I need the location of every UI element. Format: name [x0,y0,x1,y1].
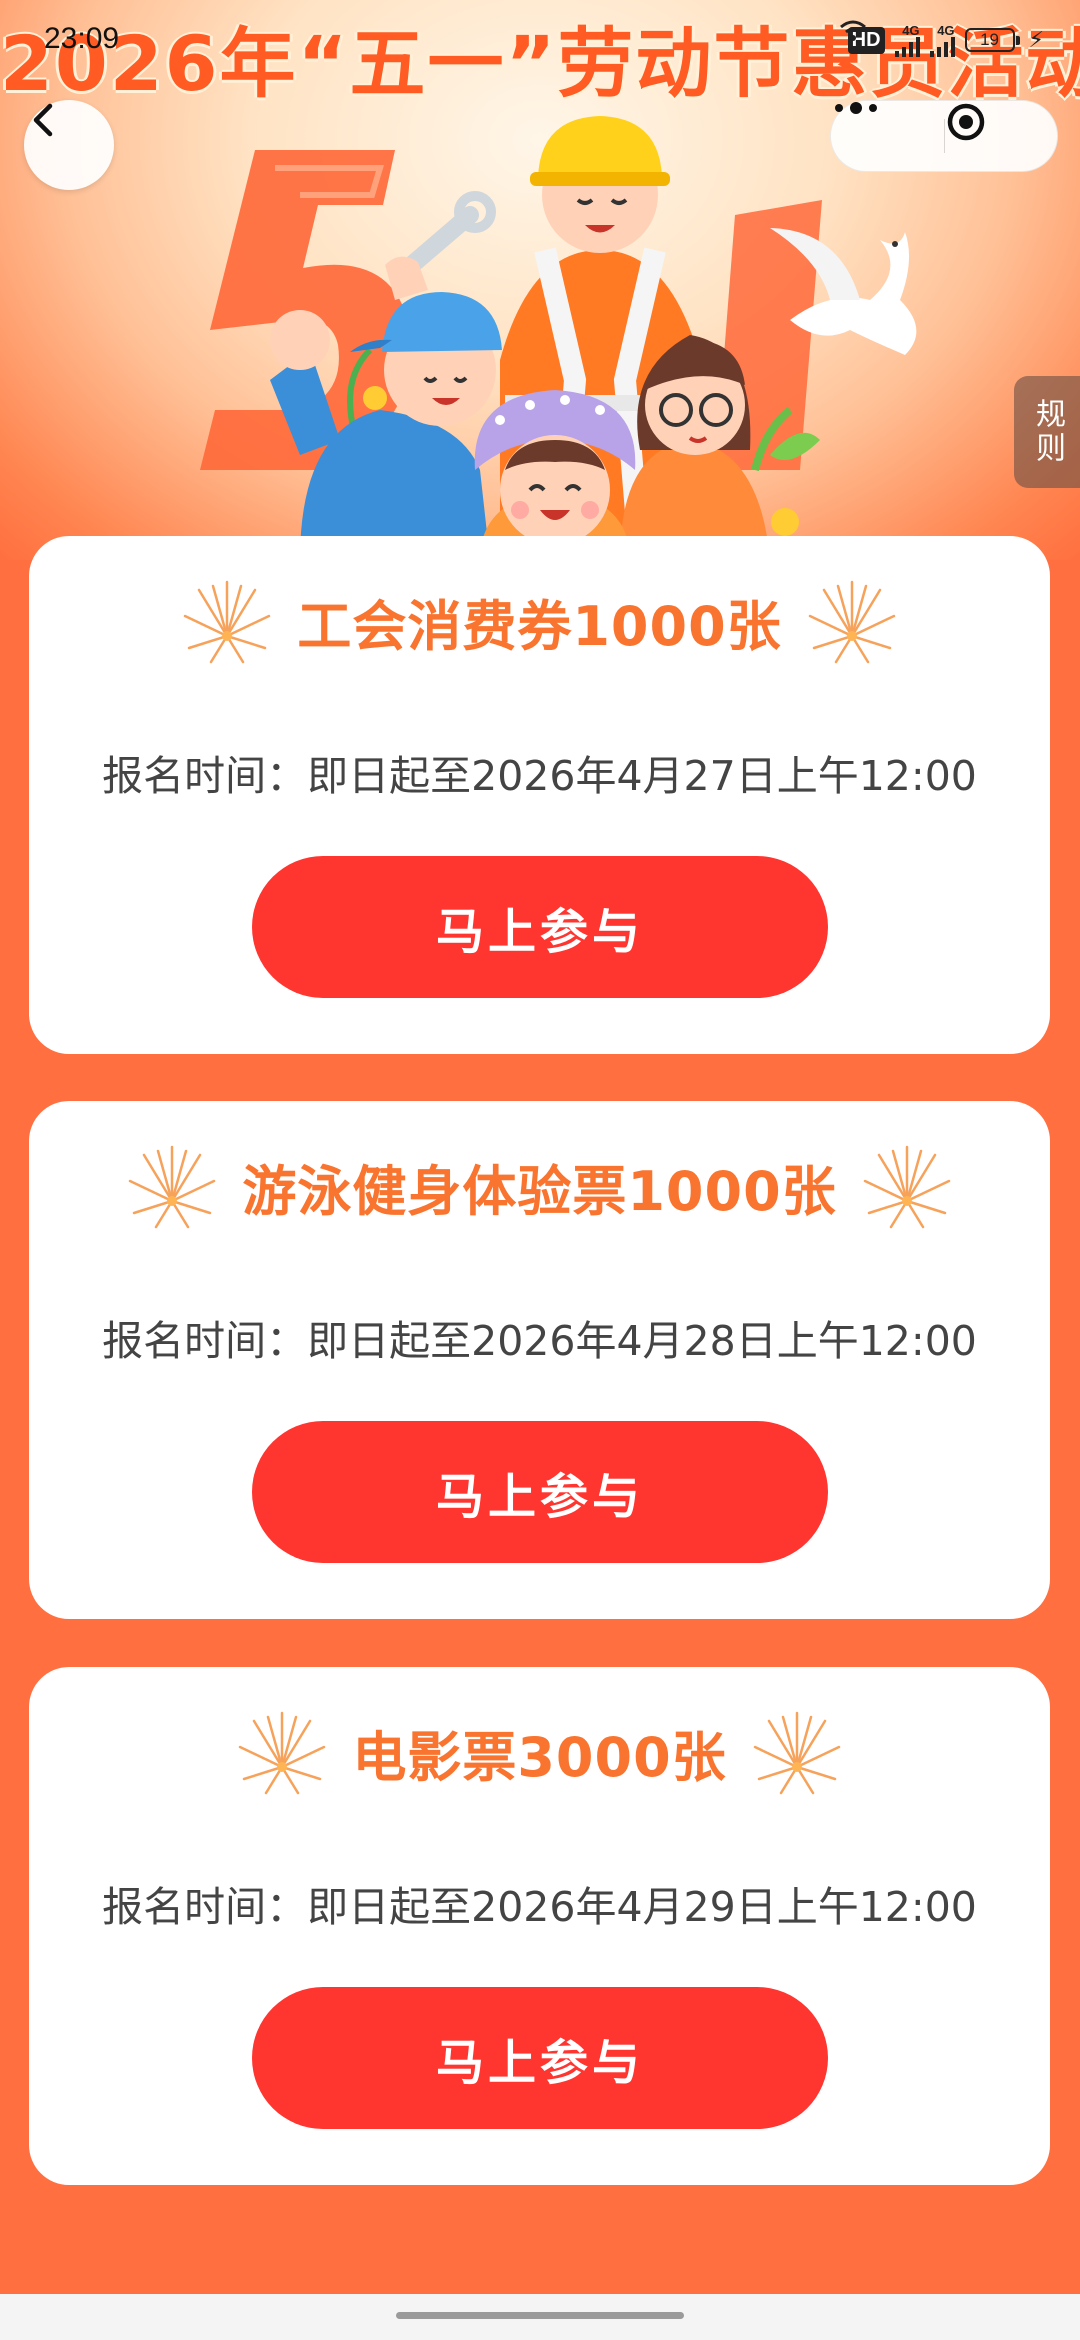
signal-icon [894,36,920,57]
network-label-1: 4G [902,22,920,38]
bottom-gesture-bar [0,2294,1080,2340]
rules-tab[interactable]: 规则 [1014,376,1080,488]
wrench-graphic [385,191,496,300]
firework-icon [239,1711,326,1795]
join-now-button[interactable]: 马上参与 [252,1987,828,2129]
more-dots-icon [835,102,877,114]
card-header: 游泳健身体验票1000张 [29,1141,1050,1231]
battery-icon: 19 [964,28,1020,52]
signup-time: 报名时间：即日起至2026年4月28日上午12:00 [102,1317,977,1365]
firework-icon [184,580,271,664]
close-miniprogram-button[interactable] [945,101,1057,171]
card-title: 工会消费券1000张 [297,594,782,658]
back-button[interactable] [24,100,114,190]
card-header: 工会消费券1000张 [29,576,1050,666]
target-circle-icon [947,103,985,141]
network-indicator-1: 4G [894,22,920,57]
card-title: 游泳健身体验票1000张 [242,1159,837,1223]
firework-icon [808,580,895,664]
card-header: 电影票3000张 [29,1707,1050,1797]
hero-banner: 2026年“五一”劳动节惠员活动 23:09 HD 4G 4G 19 ⚡ [0,0,1080,560]
home-indicator[interactable] [396,2312,684,2319]
join-now-button[interactable]: 马上参与 [252,856,828,998]
worker-cap-figure [270,292,502,560]
charging-bolt-icon: ⚡ [1028,27,1044,53]
activity-card: 游泳健身体验票1000张 报名时间：即日起至2026年4月28日上午12:00 … [29,1101,1050,1619]
join-now-button[interactable]: 马上参与 [252,1421,828,1563]
more-button[interactable] [831,101,944,171]
signal-icon [929,36,955,57]
miniprogram-capsule [830,100,1058,172]
firework-icon [129,1145,216,1229]
status-icons: HD 4G 4G 19 ⚡ [838,18,1044,62]
chevron-left-icon [33,103,53,137]
network-label-2: 4G [937,22,955,38]
firework-icon [863,1145,950,1229]
signup-time: 报名时间：即日起至2026年4月29日上午12:00 [102,1883,977,1931]
signup-time: 报名时间：即日起至2026年4月27日上午12:00 [102,752,977,800]
status-time: 23:09 [44,22,120,55]
activity-card: 电影票3000张 报名时间：即日起至2026年4月29日上午12:00 马上参与 [29,1667,1050,2185]
network-indicator-2: 4G [929,22,955,57]
card-title: 电影票3000张 [352,1725,727,1789]
activity-card: 工会消费券1000张 报名时间：即日起至2026年4月27日上午12:00 马上… [29,536,1050,1054]
firework-icon [753,1711,840,1795]
battery-level: 19 [980,30,999,49]
